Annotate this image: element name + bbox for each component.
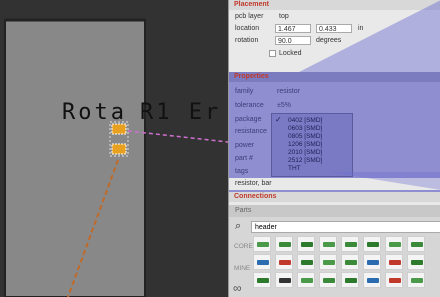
inspector-panel: Placement pcb layer top location 1.467 0… (228, 0, 440, 205)
part-tile[interactable] (385, 254, 403, 270)
core-tab[interactable]: CORE (234, 243, 253, 250)
part-tile[interactable] (385, 236, 403, 252)
part-label: R1 Er (140, 100, 222, 125)
part-tile[interactable] (253, 236, 271, 252)
part-tile[interactable] (407, 254, 425, 270)
parts-search-input[interactable]: header (251, 221, 440, 233)
part-tile[interactable] (275, 254, 293, 270)
mine-tab[interactable]: MINE (234, 265, 250, 272)
part-tile[interactable] (341, 254, 359, 270)
resistor-pad-1 (111, 123, 127, 135)
part-tile[interactable] (297, 272, 315, 288)
part-tile[interactable] (363, 272, 381, 288)
parts-panel: Parts ⌕ header CORE MINE ∞ (228, 205, 440, 297)
part-tile[interactable] (363, 236, 381, 252)
part-tile[interactable] (319, 236, 337, 252)
part-tile[interactable] (253, 272, 271, 288)
part-tile[interactable] (363, 254, 381, 270)
part-tile[interactable] (341, 236, 359, 252)
part-tile[interactable] (297, 236, 315, 252)
part-tile[interactable] (385, 272, 403, 288)
part-tile[interactable] (275, 236, 293, 252)
part-tile[interactable] (341, 272, 359, 288)
search-icon[interactable]: ⌕ (235, 220, 241, 233)
part-tile[interactable] (253, 254, 271, 270)
part-tile[interactable] (275, 272, 293, 288)
translucent-overlay (299, 0, 440, 190)
part-tile[interactable] (319, 254, 337, 270)
resistor-pad-2 (111, 143, 127, 155)
silkscreen-label: Rota (62, 100, 127, 125)
pcb-board (4, 19, 146, 297)
part-tile[interactable] (407, 236, 425, 252)
infinity-icon[interactable]: ∞ (233, 281, 242, 295)
part-tile[interactable] (319, 272, 337, 288)
pcb-canvas[interactable]: Rota R1 Er (0, 0, 228, 297)
parts-header: Parts (229, 205, 440, 217)
part-tile[interactable] (407, 272, 425, 288)
pcb-drawing (4, 18, 228, 297)
part-tile[interactable] (297, 254, 315, 270)
